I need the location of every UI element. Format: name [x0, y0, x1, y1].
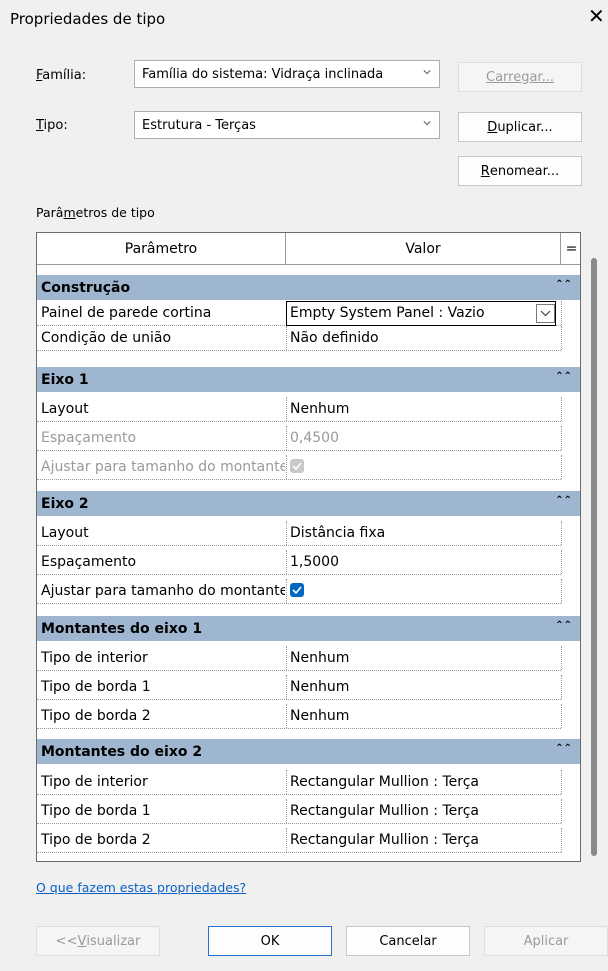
group-eixo-2[interactable]: Eixo 2 ⌃⌃ — [37, 491, 580, 517]
renomear-button[interactable]: Renomear... — [458, 156, 582, 186]
table-row[interactable]: Ajustar para tamanho do montante — [37, 579, 562, 604]
section-label: Parâmetros de tipo — [36, 205, 155, 220]
table-row[interactable]: Tipo de borda 2 Rectangular Mullion : Te… — [37, 828, 562, 853]
tipo-label: Tipo: — [36, 118, 68, 133]
group-construcao[interactable]: Construção ⌃⌃ — [37, 275, 580, 301]
close-icon[interactable]: ✕ — [588, 6, 605, 26]
table-row[interactable]: Tipo de interior Nenhum — [37, 646, 562, 671]
group-montantes-eixo-1[interactable]: Montantes do eixo 1 ⌃⌃ — [37, 616, 580, 642]
ok-button[interactable]: OK — [208, 926, 332, 956]
table-row[interactable]: Tipo de borda 2 Nenhum — [37, 704, 562, 729]
familia-dropdown[interactable]: Família do sistema: Vidraça inclinada — [134, 60, 440, 88]
carregar-button[interactable]: Carregar... — [458, 62, 582, 92]
chevron-down-icon — [423, 121, 431, 126]
checkbox-disabled — [290, 459, 304, 473]
properties-grid: Parâmetro Valor = Construção ⌃⌃ Painel d… — [36, 232, 581, 862]
table-row: Ajustar para tamanho do montante — [37, 455, 562, 480]
header-valor[interactable]: Valor — [286, 233, 561, 265]
table-row[interactable]: Tipo de interior Rectangular Mullion : T… — [37, 770, 562, 795]
collapse-icon[interactable]: ⌃⌃ — [555, 371, 572, 382]
table-row: Espaçamento 0,4500 — [37, 426, 562, 451]
window-title: Propriedades de tipo — [10, 10, 166, 28]
header-eq[interactable]: = — [561, 233, 580, 265]
aplicar-button[interactable]: Aplicar — [484, 926, 608, 956]
tipo-dropdown[interactable]: Estrutura - Terças — [134, 111, 440, 139]
collapse-icon[interactable]: ⌃⌃ — [555, 279, 572, 290]
table-row[interactable]: Layout Distância fixa — [37, 521, 562, 546]
table-row[interactable]: Condição de união Não definido — [37, 326, 562, 351]
duplicar-button[interactable]: Duplicar... — [458, 112, 582, 142]
collapse-icon[interactable]: ⌃⌃ — [555, 620, 572, 631]
table-row[interactable]: Tipo de borda 1 Rectangular Mullion : Te… — [37, 799, 562, 824]
group-montantes-eixo-2[interactable]: Montantes do eixo 2 ⌃⌃ — [37, 739, 580, 765]
chevron-down-icon — [423, 70, 431, 75]
familia-label: Família: — [36, 68, 87, 83]
table-row[interactable]: Layout Nenhum — [37, 397, 562, 422]
table-row[interactable]: Espaçamento 1,5000 — [37, 550, 562, 575]
tipo-value: Estrutura - Terças — [142, 117, 256, 133]
help-link[interactable]: O que fazem estas propriedades? — [36, 880, 246, 895]
grid-header: Parâmetro Valor = — [37, 233, 580, 265]
visualizar-button[interactable]: << Visualizar — [36, 926, 160, 956]
panel-type-select[interactable]: Empty System Panel : Vazio — [286, 301, 556, 326]
table-row[interactable]: Tipo de borda 1 Nenhum — [37, 675, 562, 700]
familia-value: Família do sistema: Vidraça inclinada — [142, 66, 384, 82]
checkbox-checked[interactable] — [290, 583, 304, 597]
vertical-scrollbar[interactable] — [591, 258, 597, 856]
collapse-icon[interactable]: ⌃⌃ — [555, 495, 572, 506]
table-row[interactable]: Painel de parede cortina Empty System Pa… — [37, 301, 562, 326]
group-eixo-1[interactable]: Eixo 1 ⌃⌃ — [37, 367, 580, 393]
cancelar-button[interactable]: Cancelar — [346, 926, 470, 956]
chevron-down-icon[interactable] — [536, 304, 555, 323]
header-parametro[interactable]: Parâmetro — [37, 233, 286, 265]
collapse-icon[interactable]: ⌃⌃ — [555, 743, 572, 754]
